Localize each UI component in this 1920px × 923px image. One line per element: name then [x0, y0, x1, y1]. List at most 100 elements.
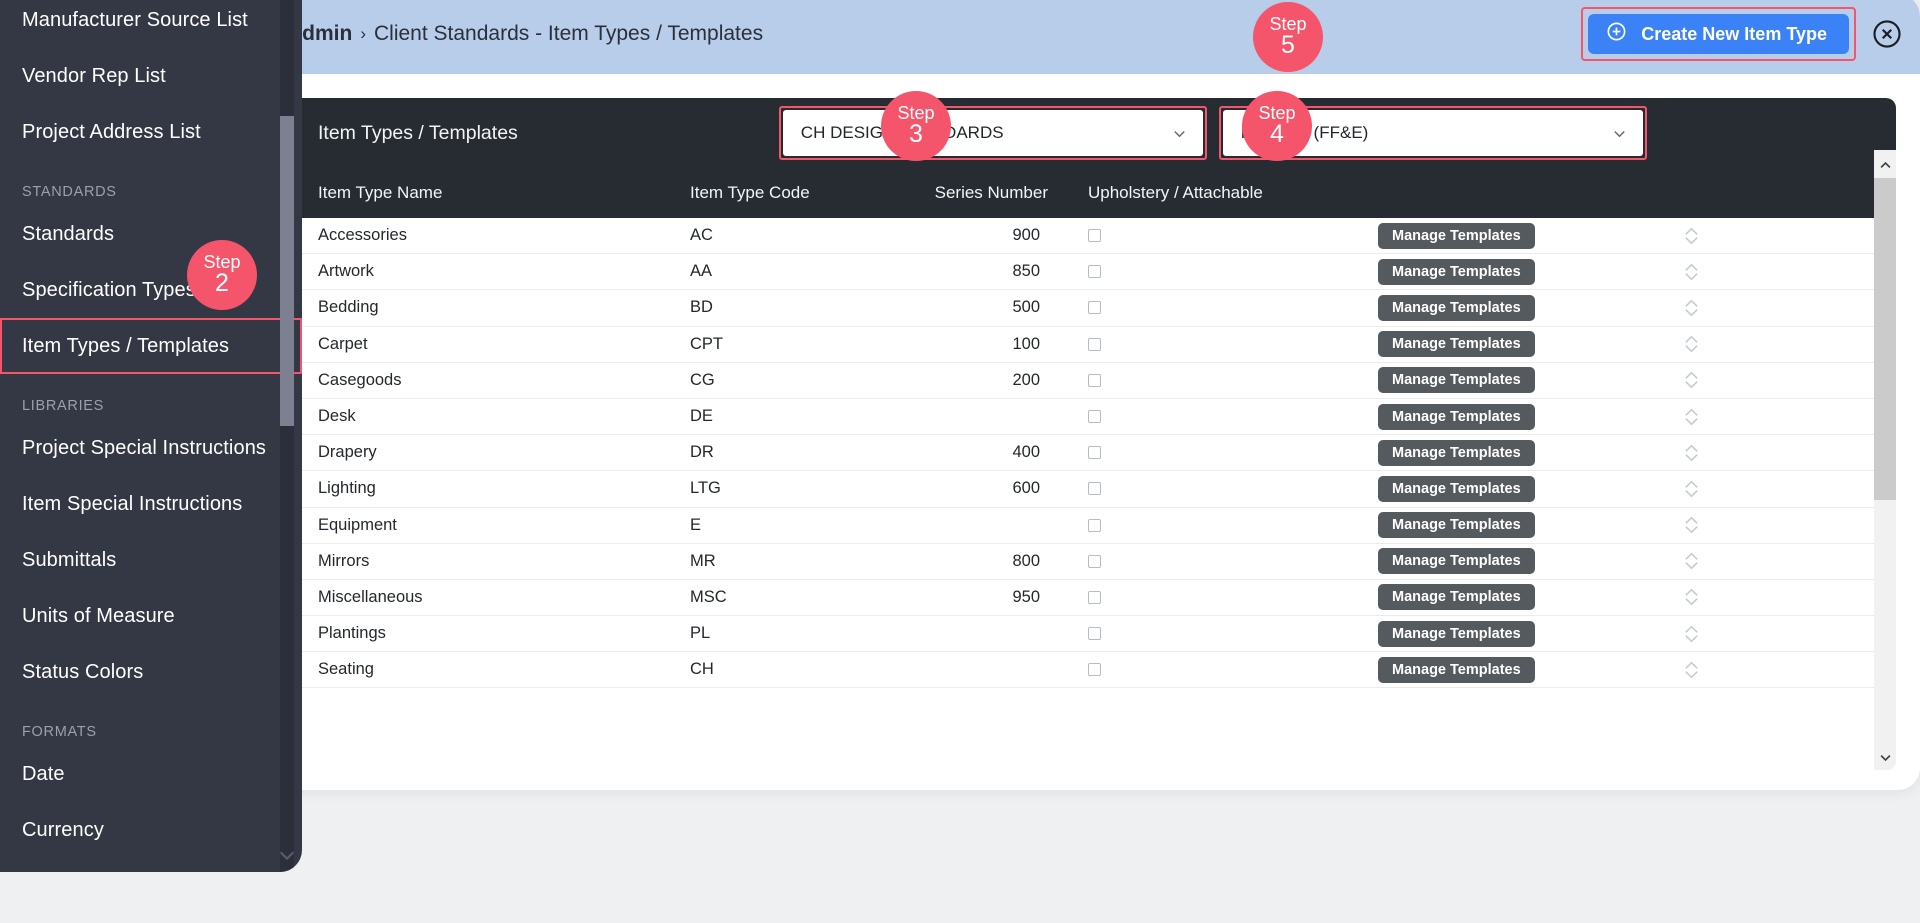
- manage-templates-button[interactable]: Manage Templates: [1378, 222, 1535, 249]
- cell-item-type-code: AC: [690, 226, 713, 245]
- cell-series-number: 100: [1012, 334, 1040, 353]
- upholstery-checkbox[interactable]: [1088, 482, 1101, 496]
- category-dropdown[interactable]: Furniture (FF&E): [1222, 110, 1643, 156]
- cell-item-type-code: MR: [690, 551, 716, 570]
- manage-templates-button[interactable]: Manage Templates: [1378, 258, 1535, 285]
- sidebar-item-units-of-measure[interactable]: Units of Measure: [0, 588, 302, 644]
- cell-sort: [1648, 335, 1734, 353]
- sidebar-item-submittals[interactable]: Submittals: [0, 532, 302, 588]
- topbar-actions: Create New Item Type: [1581, 7, 1902, 61]
- cell-series-number: 800: [1012, 551, 1040, 570]
- sidebar-item-project-special-instructions[interactable]: Project Special Instructions: [0, 420, 302, 476]
- manage-templates-button[interactable]: Manage Templates: [1378, 331, 1535, 358]
- sidebar-item-manufacturer-source-list[interactable]: Manufacturer Source List: [0, 0, 302, 48]
- sort-updown-icon[interactable]: [1648, 408, 1734, 426]
- cell-item-type-name: Drapery: [318, 443, 377, 462]
- table-scroll-down-icon[interactable]: [1874, 744, 1896, 770]
- sidebar-item-date[interactable]: Date: [0, 746, 302, 802]
- sidebar-item-label: Status Colors: [22, 660, 144, 683]
- cell-sort: [1648, 661, 1734, 679]
- sort-updown-icon[interactable]: [1648, 227, 1734, 245]
- cell-upholstery-attachable: [1048, 265, 1378, 279]
- manage-templates-button[interactable]: Manage Templates: [1378, 656, 1535, 683]
- create-new-item-type-button[interactable]: Create New Item Type: [1588, 14, 1849, 54]
- cell-series-number: 850: [1012, 262, 1040, 281]
- standards-dropdown[interactable]: CH DESIGN STANDARDS: [782, 110, 1203, 156]
- manage-templates-button[interactable]: Manage Templates: [1378, 403, 1535, 430]
- sort-updown-icon[interactable]: [1648, 371, 1734, 389]
- table-row[interactable]: Plantings PL Manage Templates: [280, 616, 1896, 653]
- sort-updown-icon[interactable]: [1648, 661, 1734, 679]
- upholstery-checkbox[interactable]: [1088, 663, 1101, 677]
- sort-updown-icon[interactable]: [1648, 480, 1734, 498]
- manage-templates-button[interactable]: Manage Templates: [1378, 584, 1535, 611]
- table-row[interactable]: Miscellaneous MSC 950 Manage Templates: [280, 579, 1896, 617]
- sidebar-item-specification-types[interactable]: Specification Types: [0, 262, 302, 318]
- table-row[interactable]: Lighting LTG 600 Manage Templates: [280, 471, 1896, 508]
- sort-updown-icon[interactable]: [1648, 335, 1734, 353]
- cell-item-type-code: MSC: [690, 587, 727, 606]
- sidebar-nav-list: Manufacturer Source List Vendor Rep List P…: [0, 0, 302, 858]
- sidebar-item-item-special-instructions[interactable]: Item Special Instructions: [0, 476, 302, 532]
- upholstery-checkbox[interactable]: [1088, 590, 1101, 604]
- sort-updown-icon[interactable]: [1648, 552, 1734, 570]
- cell-series-number: 600: [1012, 479, 1040, 498]
- table-row[interactable]: Casegoods CG 200 Manage Templates: [280, 362, 1896, 399]
- table-row[interactable]: Mirrors MR 800 Manage Templates: [280, 543, 1896, 580]
- upholstery-checkbox[interactable]: [1088, 337, 1101, 351]
- upholstery-checkbox[interactable]: [1088, 301, 1101, 315]
- table-row[interactable]: Equipment E Manage Templates: [280, 507, 1896, 544]
- cell-series-number: 200: [1012, 370, 1040, 389]
- upholstery-checkbox[interactable]: [1088, 446, 1101, 460]
- cell-sort: [1648, 371, 1734, 389]
- sidebar: Manufacturer Source List Vendor Rep List P…: [0, 0, 302, 872]
- cell-actions: Manage Templates: [1378, 258, 1648, 285]
- upholstery-checkbox[interactable]: [1088, 229, 1101, 243]
- table-row[interactable]: Seating CH Manage Templates: [280, 652, 1896, 689]
- manage-templates-button[interactable]: Manage Templates: [1378, 294, 1535, 321]
- cell-actions: Manage Templates: [1378, 294, 1648, 321]
- sidebar-item-label: Project Special Instructions: [22, 436, 267, 459]
- manage-templates-button[interactable]: Manage Templates: [1378, 512, 1535, 539]
- table-row[interactable]: Accessories AC 900 Manage Templates: [280, 218, 1896, 255]
- sort-updown-icon[interactable]: [1648, 263, 1734, 281]
- table-scroll-up-icon[interactable]: [1874, 152, 1896, 178]
- upholstery-checkbox[interactable]: [1088, 373, 1101, 387]
- sort-updown-icon[interactable]: [1648, 588, 1734, 606]
- sidebar-item-item-types-templates[interactable]: Item Types / Templates: [0, 318, 302, 374]
- table-scrollbar-thumb[interactable]: [1874, 178, 1896, 500]
- table-row[interactable]: Desk DE Manage Templates: [280, 398, 1896, 436]
- upholstery-checkbox[interactable]: [1088, 627, 1101, 641]
- cell-upholstery-attachable: [1048, 518, 1378, 532]
- sidebar-item-standards[interactable]: Standards: [0, 206, 302, 262]
- sort-updown-icon[interactable]: [1648, 625, 1734, 643]
- manage-templates-button[interactable]: Manage Templates: [1378, 367, 1535, 394]
- manage-templates-button[interactable]: Manage Templates: [1378, 620, 1535, 647]
- upholstery-checkbox[interactable]: [1088, 554, 1101, 568]
- upholstery-checkbox[interactable]: [1088, 410, 1101, 424]
- close-icon[interactable]: [1872, 19, 1902, 49]
- sidebar-section-libraries: LIBRARIES: [22, 398, 105, 414]
- cell-item-type-code: LTG: [690, 479, 721, 498]
- sidebar-item-currency[interactable]: Currency: [0, 802, 302, 858]
- sort-updown-icon[interactable]: [1648, 444, 1734, 462]
- upholstery-checkbox[interactable]: [1088, 265, 1101, 279]
- sidebar-item-vendor-rep-list[interactable]: Vendor Rep List: [0, 48, 302, 104]
- table-row[interactable]: Bedding BD 500 Manage Templates: [280, 290, 1896, 327]
- upholstery-checkbox[interactable]: [1088, 518, 1101, 532]
- cell-sort: [1648, 227, 1734, 245]
- sidebar-item-status-colors[interactable]: Status Colors: [0, 644, 302, 700]
- sort-updown-icon[interactable]: [1648, 299, 1734, 317]
- sort-updown-icon[interactable]: [1648, 516, 1734, 534]
- sidebar-item-project-address-list[interactable]: Project Address List: [0, 104, 302, 160]
- cell-sort: [1648, 588, 1734, 606]
- manage-templates-button[interactable]: Manage Templates: [1378, 475, 1535, 502]
- table-row[interactable]: Carpet CPT 100 Manage Templates: [280, 326, 1896, 363]
- table-row[interactable]: Drapery DR 400 Manage Templates: [280, 435, 1896, 472]
- table-row[interactable]: Artwork AA 850 Manage Templates: [280, 254, 1896, 291]
- sidebar-scroll-down-icon[interactable]: [276, 844, 298, 866]
- manage-templates-button[interactable]: Manage Templates: [1378, 548, 1535, 575]
- sidebar-item-label: Standards: [22, 222, 115, 245]
- sidebar-scrollbar-thumb[interactable]: [280, 116, 294, 426]
- manage-templates-button[interactable]: Manage Templates: [1378, 439, 1535, 466]
